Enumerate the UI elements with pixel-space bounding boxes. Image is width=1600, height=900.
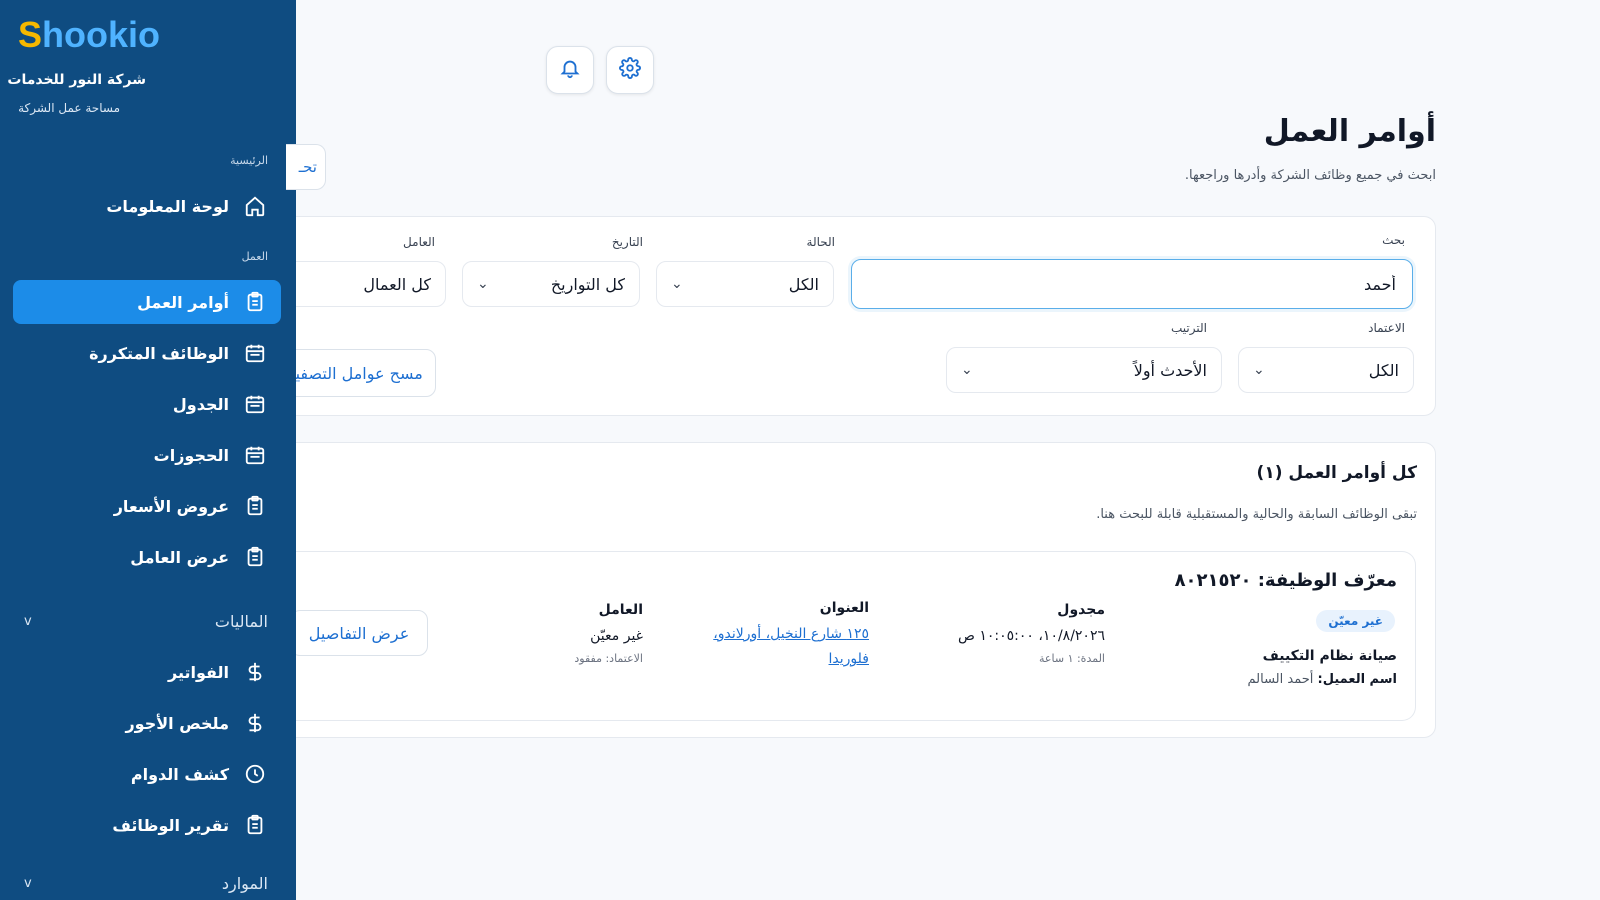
sidebar-item-label: كشف الدوام [130,764,229,784]
sort-select[interactable]: الأحدث أولاً ⌄ [946,347,1222,393]
search-input[interactable] [851,259,1413,309]
clipboard-icon [243,813,267,837]
group-label: الماليات [214,611,268,631]
date-select[interactable]: كل التواريخ ⌄ [462,261,640,307]
sidebar-item-label: الجدول [172,394,229,414]
status-label: الحالة [806,235,835,249]
view-details-label: عرض التفاصيل [308,623,410,643]
sidebar-item-dashboard[interactable]: لوحة المعلومات [13,184,281,228]
chevron-down-icon: ⌄ [1253,362,1265,378]
header-action-button[interactable]: تحـ [286,144,326,190]
clock-icon [243,762,267,786]
section-label-work: العمل [241,250,268,263]
worker-label: العامل [598,602,643,618]
settings-button[interactable] [606,46,654,94]
chevron-down-icon: ⌄ [671,276,683,292]
clipboard-icon [243,545,267,569]
results-card: كل أوامر العمل (١) تبقى الوظائف السابقة … [296,442,1436,738]
sidebar-item-timesheet[interactable]: كشف الدوام [13,752,281,796]
group-label: الموارد [221,873,268,893]
home-icon [243,194,267,218]
bell-icon [559,57,581,83]
clear-filters-button[interactable]: مسح عوامل التصفية [296,349,436,397]
status-badge: غير معيّن [1316,610,1395,632]
approval-select-value: الكل [1368,360,1399,380]
approval-select[interactable]: الكل ⌄ [1238,347,1414,393]
company-subtitle: مساحة عمل الشركة [18,101,120,115]
date-select-value: كل التواريخ [550,274,625,294]
search-label: بحث [1382,233,1405,247]
calendar-icon [243,341,267,365]
calendar-icon [243,392,267,416]
sidebar-item-jobs-report[interactable]: تقرير الوظائف [13,803,281,847]
results-subtitle: تبقى الوظائف السابقة والحالية والمستقبلي… [1096,507,1417,522]
sidebar-item-worker-view[interactable]: عرض العامل [13,535,281,579]
status-select-value: الكل [788,274,819,294]
scheduled-value: ١٠/٨/٢٠٢٦، ١٠:٠٥:٠٠ ص [958,628,1105,644]
sidebar-item-label: عرض العامل [130,547,229,567]
client-info: اسم العميل: أحمد السالم [1248,672,1397,687]
sidebar-item-label: ملخص الأجور [125,713,229,733]
status-select[interactable]: الكل ⌄ [656,261,834,307]
dollar-icon [243,660,267,684]
approval-label: الاعتماد [1368,321,1405,335]
sidebar-item-label: لوحة المعلومات [106,196,229,216]
clipboard-icon [243,494,267,518]
worker-label: العامل [403,235,435,249]
company-name: شركة النور للخدمات [7,72,146,88]
worker-select[interactable]: كل العمال [296,261,446,307]
chevron-down-icon: ⌄ [961,362,973,378]
page-subtitle: ابحث في جميع وظائف الشركة وأدرها وراجعها… [1184,168,1436,183]
dollar-icon [243,711,267,735]
header-action-label: تحـ [298,158,317,176]
job-title: صيانة نظام التكييف [1262,648,1397,664]
page-title: أوامر العمل [1263,114,1436,149]
scheduled-label: مجدول [1057,602,1105,618]
approval-status: الاعتماد: مفقود [574,652,643,665]
section-label-main: الرئيسية [230,154,268,167]
brand-logo[interactable]: Shookio [18,14,160,56]
clipboard-icon [243,290,267,314]
client-name: أحمد السالم [1247,672,1314,687]
sidebar-item-label: الوظائف المتكررة [89,343,229,363]
sidebar-group-resources[interactable]: الموارد v [24,868,268,898]
sidebar-item-label: أوامر العمل [137,292,229,312]
date-label: التاريخ [611,235,643,249]
logo-letter: S [18,14,43,55]
client-label: اسم العميل: [1317,672,1397,687]
worker-value: غير معيّن [590,628,643,644]
address-label: العنوان [819,600,869,616]
duration: المدة: ١ ساعة [1039,652,1105,665]
sidebar-item-bookings[interactable]: الحجوزات [13,433,281,477]
sidebar-item-work-orders[interactable]: أوامر العمل [13,280,281,324]
sidebar-item-invoices[interactable]: الفواتير [13,650,281,694]
sidebar-item-label: الحجوزات [153,445,229,465]
sidebar-group-finance[interactable]: الماليات v [24,606,268,636]
sort-select-value: الأحدث أولاً [1133,360,1207,380]
sidebar-item-recurring-jobs[interactable]: الوظائف المتكررة [13,331,281,375]
job-id: معرّف الوظيفة: ٨٠٢١٥٢٠ [1174,570,1397,591]
results-title: كل أوامر العمل (١) [1256,463,1417,483]
filters-card: بحث الحالة الكل ⌄ التاريخ كل التواريخ ⌄ … [296,216,1436,416]
clear-filters-label: مسح عوامل التصفية [296,363,423,383]
job-card[interactable]: معرّف الوظيفة: ٨٠٢١٥٢٠ غير معيّن صيانة ن… [296,551,1416,721]
chevron-down-icon: v [24,613,32,629]
sidebar: Shookio شركة النور للخدمات مساحة عمل الش… [0,0,296,900]
logo-text: hookio [42,14,160,55]
view-details-button[interactable]: عرض التفاصيل [296,610,428,656]
sidebar-item-label: تقرير الوظائف [112,815,229,835]
sidebar-item-schedule[interactable]: الجدول [13,382,281,426]
worker-select-value: كل العمال [363,274,431,294]
sidebar-item-payroll-summary[interactable]: ملخص الأجور [13,701,281,745]
calendar-icon [243,443,267,467]
gear-icon [619,57,641,83]
sort-label: الترتيب [1171,321,1207,335]
address-link[interactable]: ١٢٥ شارع النخيل، أورلاندو، فلوريدا [689,622,869,672]
chevron-down-icon: ⌄ [477,276,489,292]
notifications-button[interactable] [546,46,594,94]
sidebar-item-label: الفواتير [167,662,229,682]
chevron-down-icon: v [24,875,32,891]
sidebar-item-quotes[interactable]: عروض الأسعار [13,484,281,528]
sidebar-item-label: عروض الأسعار [113,496,229,516]
